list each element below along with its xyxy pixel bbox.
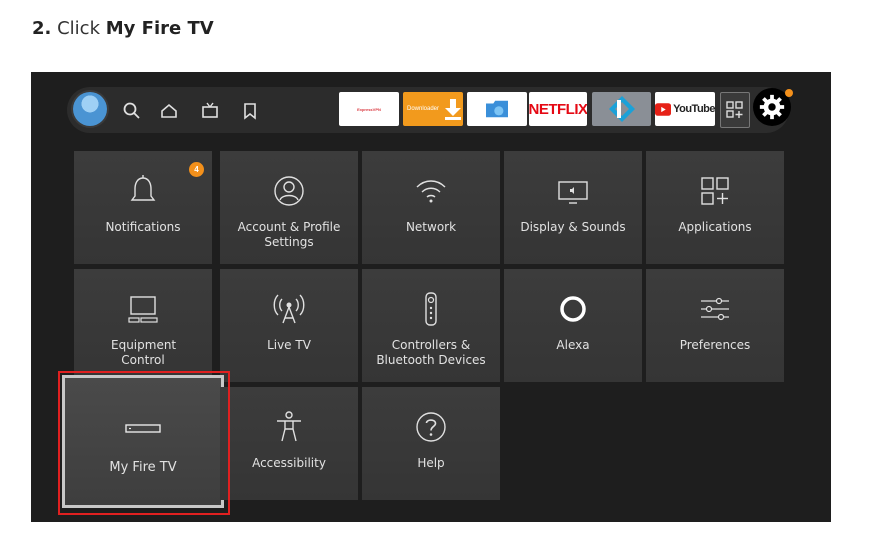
tile-equipment-control[interactable]: Equipment Control (74, 269, 212, 382)
profile-icon (271, 173, 307, 209)
tile-label: Applications (678, 220, 752, 234)
bell-icon (125, 173, 161, 209)
app-youtube[interactable]: YouTube (655, 92, 715, 126)
tile-label: Equipment Control (111, 338, 177, 367)
live-tv-icon[interactable] (199, 100, 221, 122)
sliders-icon (697, 291, 733, 327)
fire-tv-screen: ExpressVPN Downloader NETFLIX YouTube 4 … (31, 72, 831, 522)
wifi-icon (413, 173, 449, 209)
bookmark-icon[interactable] (239, 100, 261, 122)
help-icon (413, 409, 449, 445)
tile-label: Controllers & Bluetooth Devices (376, 338, 486, 367)
notification-count-badge: 4 (189, 162, 204, 177)
tile-label: Account & Profile Settings (237, 220, 341, 249)
accessibility-icon (271, 409, 307, 445)
alexa-icon (555, 291, 591, 327)
tile-label: Live TV (267, 338, 311, 352)
highlight-box (58, 371, 230, 515)
expressvpn-label: ExpressVPN (357, 106, 381, 112)
tile-network[interactable]: Network (362, 151, 500, 264)
tile-controllers-bluetooth[interactable]: Controllers & Bluetooth Devices (362, 269, 500, 382)
youtube-label: YouTube (673, 103, 715, 115)
download-arrow-icon (445, 99, 462, 120)
tile-label: Accessibility (252, 456, 326, 470)
display-sound-icon (555, 173, 591, 209)
app-netflix[interactable]: NETFLIX (529, 92, 587, 126)
tile-label: Network (405, 220, 457, 234)
youtube-play-icon (655, 102, 672, 116)
tile-label: Preferences (679, 338, 751, 352)
tile-applications[interactable]: Applications (646, 151, 784, 264)
tile-label: Notifications (105, 220, 181, 234)
profile-avatar[interactable] (73, 92, 107, 126)
tile-label: Alexa (556, 338, 590, 352)
tile-alexa[interactable]: Alexa (504, 269, 642, 382)
folder-icon (486, 100, 508, 118)
instruction-target: My Fire TV (105, 18, 214, 39)
apps-grid-icon (726, 101, 743, 118)
step-number: 2. (32, 18, 52, 39)
tile-label: Help (417, 456, 445, 470)
tile-help[interactable]: Help (362, 387, 500, 500)
search-icon[interactable] (121, 100, 143, 122)
tile-label: Display & Sounds (520, 220, 626, 234)
applications-icon (697, 173, 733, 209)
app-library-button[interactable] (720, 92, 750, 128)
app-es-file-explorer[interactable] (467, 92, 527, 126)
tile-account-profile-settings[interactable]: Account & Profile Settings (220, 151, 358, 264)
app-kodi[interactable] (592, 92, 651, 126)
tile-display-sounds[interactable]: Display & Sounds (504, 151, 642, 264)
gear-icon (759, 94, 785, 120)
tile-preferences[interactable]: Preferences (646, 269, 784, 382)
home-icon[interactable] (158, 100, 180, 122)
tile-live-tv[interactable]: Live TV (220, 269, 358, 382)
antenna-icon (271, 291, 307, 327)
app-downloader[interactable]: Downloader (403, 92, 463, 126)
instruction-verb: Click (57, 18, 100, 39)
tile-accessibility[interactable]: Accessibility (220, 387, 358, 500)
app-expressvpn[interactable]: ExpressVPN (339, 92, 399, 126)
downloader-label: Downloader (407, 106, 440, 112)
netflix-label: NETFLIX (529, 100, 587, 118)
kodi-icon (608, 96, 635, 122)
monitor-icon (125, 291, 161, 327)
instruction-text: 2. Click My Fire TV (32, 18, 214, 39)
tile-notifications[interactable]: 4 Notifications (74, 151, 212, 264)
remote-icon (413, 291, 449, 327)
settings-notification-dot (785, 89, 793, 97)
